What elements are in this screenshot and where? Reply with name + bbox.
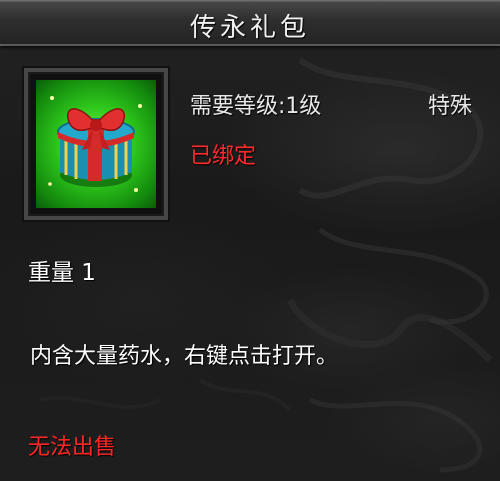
item-category: 特殊 bbox=[428, 94, 473, 119]
item-weight: 重量 1 bbox=[28, 260, 96, 286]
item-icon-frame bbox=[22, 66, 170, 222]
bind-status: 已绑定 bbox=[190, 144, 257, 169]
sell-status: 无法出售 bbox=[28, 435, 117, 460]
level-requirement: 需要等级:1级 bbox=[190, 94, 322, 119]
item-name: 传永礼包 bbox=[189, 13, 310, 43]
item-tooltip: 传永礼包 需要等级:1级 特殊 已绑定 重量 1 内含大量药水，右键点击打开。 … bbox=[0, 0, 500, 481]
gift-box-icon bbox=[36, 80, 156, 208]
tooltip-title-bar: 传永礼包 bbox=[0, 0, 500, 46]
item-description: 内含大量药水，右键点击打开。 bbox=[30, 344, 339, 369]
